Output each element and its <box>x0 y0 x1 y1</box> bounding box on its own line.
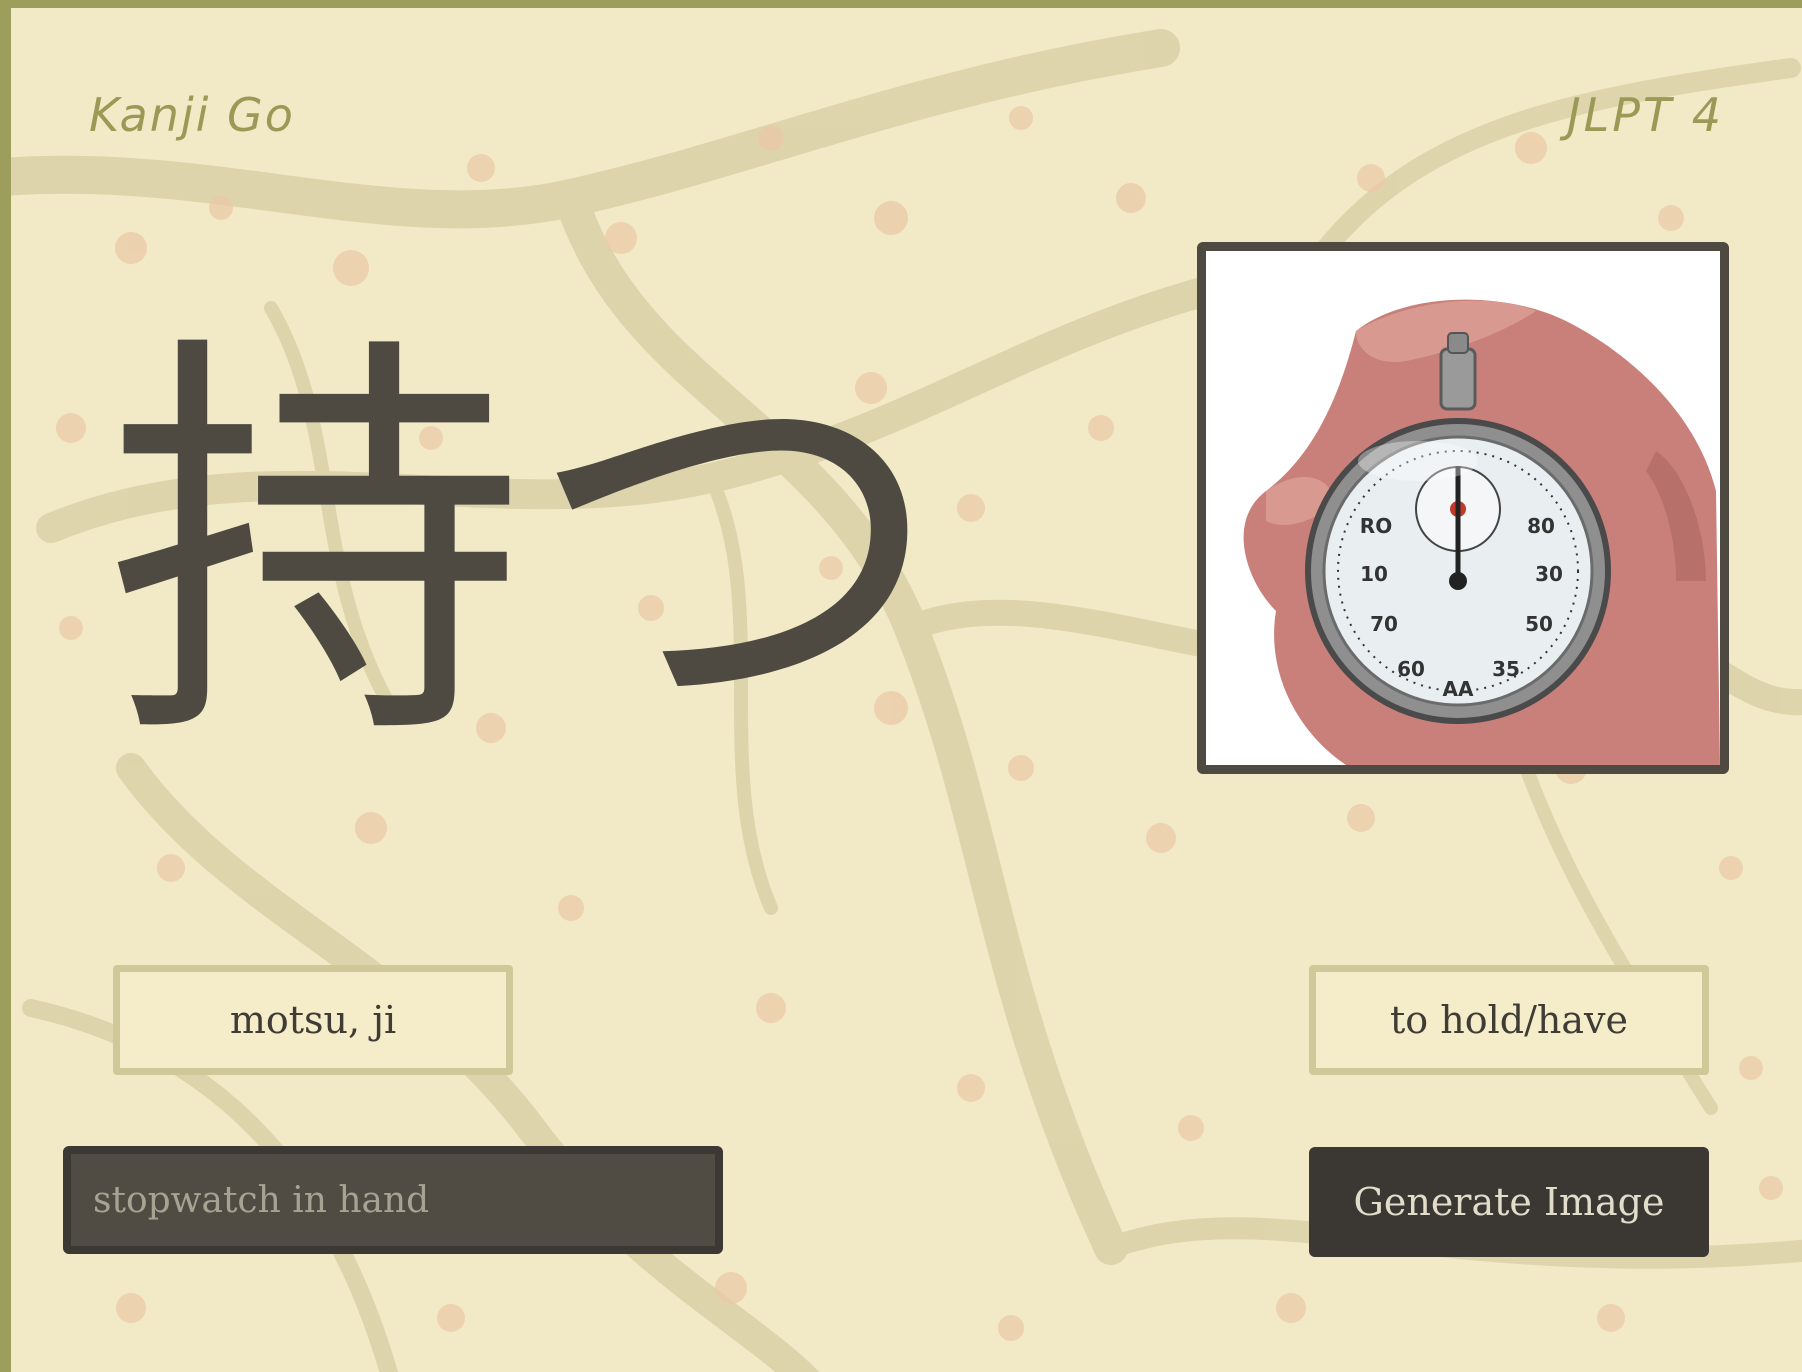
generate-image-button[interactable]: Generate Image <box>1309 1147 1709 1257</box>
svg-text:10: 10 <box>1360 562 1388 586</box>
svg-text:70: 70 <box>1370 612 1398 636</box>
svg-text:50: 50 <box>1525 612 1553 636</box>
app-frame: Kanji Go JLPT 4 持つ RO 80 10 30 70 50 60 … <box>0 0 1802 1372</box>
svg-text:30: 30 <box>1535 562 1563 586</box>
generated-image-frame: RO 80 10 30 70 50 60 35 AA <box>1197 242 1729 774</box>
app-brand: Kanji Go <box>89 88 295 142</box>
svg-text:35: 35 <box>1492 657 1520 681</box>
svg-text:AA: AA <box>1443 677 1474 701</box>
image-prompt-input[interactable] <box>63 1146 723 1254</box>
kanji-word: 持つ <box>106 303 946 792</box>
meaning-box: to hold/have <box>1309 965 1709 1075</box>
svg-text:80: 80 <box>1527 514 1555 538</box>
jlpt-level-label: JLPT 4 <box>1567 88 1724 142</box>
svg-text:RO: RO <box>1360 514 1392 538</box>
stopwatch-in-hand-icon: RO 80 10 30 70 50 60 35 AA <box>1206 251 1720 765</box>
svg-text:60: 60 <box>1397 657 1425 681</box>
reading-box: motsu, ji <box>113 965 513 1075</box>
